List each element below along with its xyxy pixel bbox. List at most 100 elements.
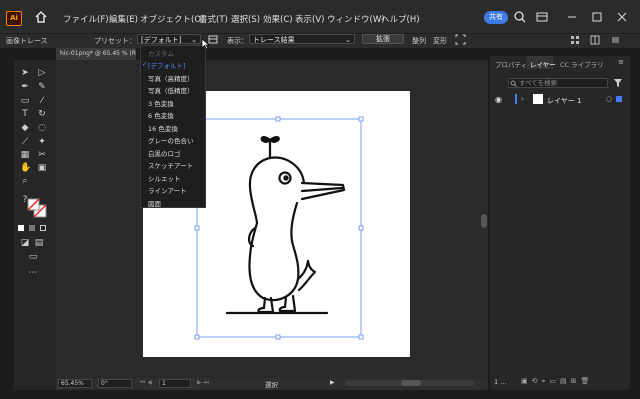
- selection-handle: [358, 225, 364, 231]
- rotation-field[interactable]: 0°: [98, 379, 132, 388]
- filter-icon[interactable]: [613, 78, 623, 88]
- drawing-mode-icon[interactable]: ◪: [20, 238, 30, 248]
- chevron-down-icon: ⌄: [345, 36, 351, 44]
- align-button[interactable]: 整列: [412, 36, 426, 46]
- direct-selection-tool-icon[interactable]: ▷: [37, 68, 47, 78]
- horizontal-scrollbar[interactable]: [345, 380, 475, 386]
- tail: [296, 259, 317, 292]
- selection-handle: [358, 116, 364, 122]
- panel-menu-icon[interactable]: ≡: [618, 58, 624, 66]
- type-tool-icon[interactable]: T: [20, 109, 30, 119]
- selection-handle: [275, 116, 281, 122]
- artboard-nav-next-icon[interactable]: ▶ ⏭: [197, 379, 209, 387]
- minimize-icon[interactable]: [565, 10, 579, 24]
- close-icon[interactable]: [615, 10, 629, 24]
- menu-item-16-colors[interactable]: 16 色変換: [148, 123, 178, 133]
- transform-button[interactable]: 変形: [433, 36, 447, 46]
- pencil-tool-icon[interactable]: ✎: [37, 82, 47, 92]
- hand-tool-icon[interactable]: ✋: [20, 163, 31, 173]
- leg-left: [257, 296, 275, 314]
- pen-tool-icon[interactable]: ✒: [20, 82, 30, 92]
- change-screen-mode-icon[interactable]: ▭: [28, 252, 38, 262]
- arrange-icon[interactable]: [535, 10, 549, 24]
- menu-view[interactable]: 表示(V): [295, 13, 324, 25]
- none-swatch-icon[interactable]: [40, 225, 46, 231]
- view-dropdown[interactable]: トレース結果 ⌄: [249, 34, 355, 44]
- preset-dropdown[interactable]: [デフォルト] ⌄: [137, 34, 201, 44]
- menu-item-bw-logo[interactable]: 白黒のロゴ: [148, 148, 181, 158]
- menu-item-photo-low[interactable]: 写真（低精度）: [148, 85, 194, 95]
- more-tools-icon[interactable]: ⋯: [28, 268, 38, 278]
- preset-label: プリセット：: [94, 37, 136, 45]
- menu-object[interactable]: オブジェクト(O): [140, 13, 204, 25]
- menu-select[interactable]: 選択(S): [231, 13, 260, 25]
- menu-item-grayscale[interactable]: グレーの色合い: [148, 135, 194, 145]
- view-label: 表示：: [227, 37, 248, 45]
- tab-properties[interactable]: プロパティ: [495, 59, 527, 69]
- selection-indicator-icon[interactable]: [616, 96, 622, 102]
- maximize-icon[interactable]: [590, 10, 604, 24]
- layer-name[interactable]: レイヤー 1: [547, 96, 581, 106]
- eyedropper-tool-icon[interactable]: ⟋: [20, 137, 30, 147]
- layout-icon[interactable]: [570, 35, 580, 45]
- rectangle-tool-icon[interactable]: ▭: [20, 96, 30, 106]
- expand-button[interactable]: 拡張: [362, 34, 404, 44]
- gradient-swatch-icon[interactable]: [29, 225, 35, 231]
- menu-item-default[interactable]: [デフォルト]: [148, 60, 186, 70]
- pupil: [283, 175, 289, 181]
- crop-icon[interactable]: [455, 34, 466, 45]
- expand-arrow-icon[interactable]: ›: [521, 95, 524, 103]
- color-swatch-icon[interactable]: [18, 225, 24, 231]
- sprout-leaf: [268, 136, 280, 143]
- menu-help[interactable]: ヘルプ(H): [381, 13, 420, 25]
- brush-tool-icon[interactable]: ⁄: [37, 96, 47, 106]
- share-button[interactable]: 共有: [484, 11, 508, 24]
- visibility-eye-icon[interactable]: ◉: [495, 95, 502, 104]
- eraser-tool-icon[interactable]: ◆: [20, 123, 30, 133]
- vertical-scrollbar[interactable]: [481, 214, 487, 228]
- menu-window[interactable]: ウィンドウ(W): [327, 13, 385, 25]
- menu-item-silhouette[interactable]: シルエット: [148, 173, 181, 183]
- artboard-nav-prev-icon[interactable]: ⏮ ◀: [140, 379, 152, 387]
- fill-stroke-icon[interactable]: [26, 197, 48, 221]
- scrollbar-thumb[interactable]: [401, 380, 421, 386]
- lasso-tool-icon[interactable]: ◌: [37, 123, 47, 133]
- artboard-field[interactable]: 1: [159, 379, 191, 388]
- tab-layers[interactable]: レイヤー: [530, 59, 556, 69]
- layer-actions-icon[interactable]: ▣⟲⌖▭▤⊞🗑: [521, 377, 593, 386]
- mouse-cursor-icon: [201, 38, 210, 50]
- menu-file[interactable]: ファイル(F): [63, 13, 109, 25]
- layer-count: 1 ...: [494, 378, 507, 386]
- home-icon[interactable]: [34, 10, 48, 24]
- selection-tool-icon[interactable]: ➤: [20, 68, 30, 78]
- scissors-tool-icon[interactable]: ✂: [37, 150, 47, 160]
- menu-edit[interactable]: 編集(E): [109, 13, 138, 25]
- menu-item-technical-drawing[interactable]: 図面: [148, 198, 161, 208]
- checkmark-icon: ✓: [142, 60, 148, 68]
- menu-item-line-art[interactable]: ラインアート: [148, 185, 187, 195]
- gradient-tool-icon[interactable]: ▦: [20, 150, 30, 160]
- status-play-icon[interactable]: ▶: [330, 379, 335, 386]
- panel-menu-icon[interactable]: [610, 35, 620, 45]
- rotate-tool-icon[interactable]: ↻: [37, 109, 47, 119]
- document-tab[interactable]: hic-01png* @ 65.45 % (RG: [56, 48, 136, 60]
- zoom-tool-icon[interactable]: ⌕: [20, 176, 30, 186]
- zoom-field[interactable]: 65.45%: [58, 379, 92, 388]
- menu-item-3-colors[interactable]: 3 色変換: [148, 98, 174, 108]
- arrange-documents-icon[interactable]: [590, 35, 600, 45]
- menu-effect[interactable]: 効果(C): [263, 13, 293, 25]
- selection-handle: [194, 334, 200, 340]
- screen-mode-icon[interactable]: ▤: [34, 238, 44, 248]
- layer-search-input[interactable]: すべてを検索: [508, 78, 608, 88]
- illustrator-logo: Ai: [6, 11, 22, 26]
- menu-item-sketch-art[interactable]: スケッチアート: [148, 160, 193, 170]
- menu-item-photo-high[interactable]: 写真（高精度）: [148, 73, 194, 83]
- menu-type[interactable]: 書式(T): [199, 13, 228, 25]
- tab-cc-libraries[interactable]: CC ライブラリ: [560, 59, 604, 69]
- artboard-tool-icon[interactable]: ▣: [37, 163, 47, 173]
- target-icon[interactable]: ○: [606, 95, 612, 103]
- selection-box: [196, 118, 362, 338]
- shaper-tool-icon[interactable]: ✦: [37, 137, 47, 147]
- menu-item-6-colors[interactable]: 6 色変換: [148, 110, 174, 120]
- search-icon[interactable]: [513, 10, 527, 24]
